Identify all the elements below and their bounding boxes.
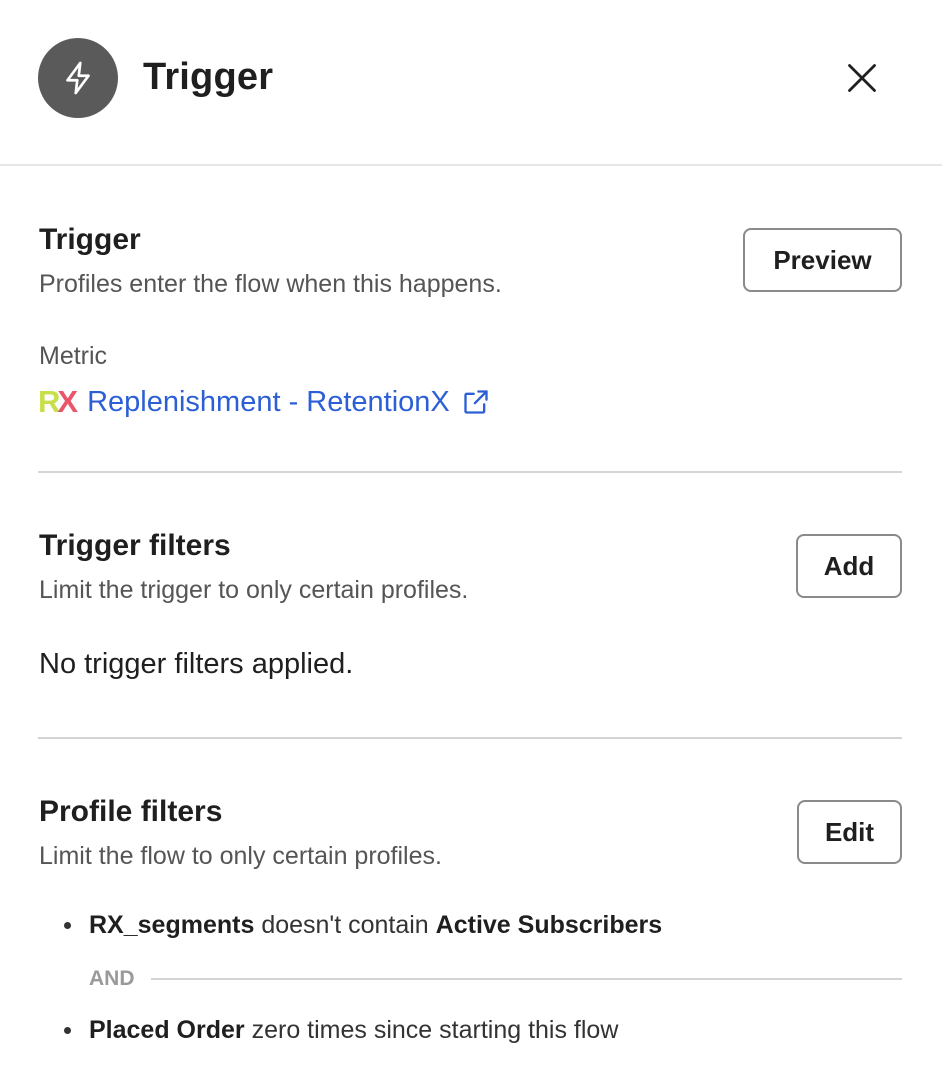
bullet xyxy=(64,1027,71,1034)
trigger-section-title: Trigger xyxy=(39,223,141,256)
metric-link[interactable]: Replenishment - RetentionX xyxy=(87,386,450,419)
trigger-filters-description: Limit the trigger to only certain profil… xyxy=(39,576,469,604)
trigger-section-description: Profiles enter the flow when this happen… xyxy=(39,270,502,298)
metric-label: Metric xyxy=(39,342,108,370)
panel-header: Trigger xyxy=(0,0,942,166)
section-divider xyxy=(38,737,902,739)
section-divider xyxy=(38,471,902,473)
metric-row: RX Replenishment - RetentionX xyxy=(38,382,490,422)
bullet xyxy=(64,922,71,929)
trigger-filters-empty-text: No trigger filters applied. xyxy=(39,648,354,680)
panel-title: Trigger xyxy=(143,56,274,98)
trigger-filters-title: Trigger filters xyxy=(39,529,231,562)
profile-filters-description: Limit the flow to only certain profiles. xyxy=(39,842,442,870)
lightning-bolt-icon xyxy=(38,38,118,118)
add-trigger-filter-button[interactable]: Add xyxy=(796,534,902,598)
profile-filters-title: Profile filters xyxy=(39,795,223,828)
preview-button[interactable]: Preview xyxy=(743,228,902,292)
condition-joiner: AND xyxy=(89,964,902,994)
profile-filter-condition: RX_segments doesn't contain Active Subsc… xyxy=(64,911,662,940)
external-link-icon[interactable] xyxy=(462,388,490,416)
edit-profile-filters-button[interactable]: Edit xyxy=(797,800,902,864)
close-button[interactable] xyxy=(838,54,886,102)
close-icon xyxy=(848,64,876,92)
profile-filter-condition: Placed Order zero times since starting t… xyxy=(64,1016,618,1045)
retentionx-logo: RX xyxy=(38,384,78,419)
